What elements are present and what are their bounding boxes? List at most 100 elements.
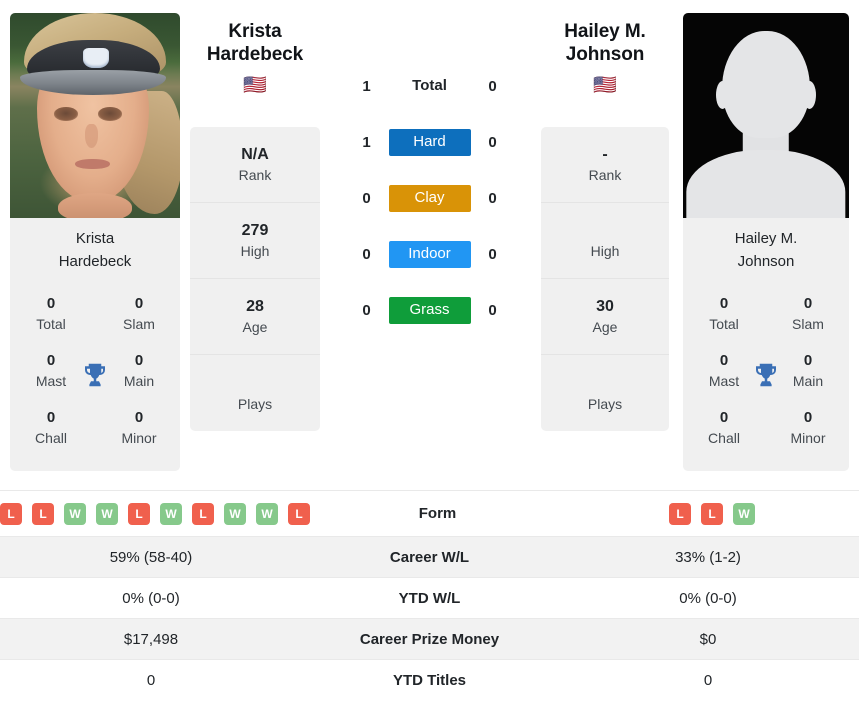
titles-main-value: 0 bbox=[803, 351, 813, 369]
titles-minor-value: 0 bbox=[134, 408, 144, 426]
h2h-clay-left-score: 0 bbox=[362, 189, 371, 207]
titles-total-label: Total bbox=[36, 316, 66, 333]
h2h-indoor-right-score: 0 bbox=[488, 245, 497, 263]
h2h-hard-left-score: 1 bbox=[362, 133, 371, 151]
rank-card-left: N/A Rank 279 High 28 Age Plays bbox=[190, 127, 320, 432]
placeholder-body-shape bbox=[686, 150, 846, 218]
player-card-left: Krista Hardebeck 0 Total 0 Slam 0 Mast 0… bbox=[0, 0, 190, 471]
rank-label-left: Rank bbox=[238, 167, 272, 184]
player-photo-caption-right: Hailey M. Johnson bbox=[683, 218, 849, 280]
ytd-wl-left: 0% (0-0) bbox=[122, 589, 180, 607]
h2h-total-label: Total bbox=[412, 76, 447, 94]
player-name-left[interactable]: Krista Hardebeck bbox=[190, 20, 320, 66]
caption-line-1: Hailey M. bbox=[734, 230, 798, 247]
titles-minor-label: Minor bbox=[790, 430, 826, 447]
titles-slam-value: 0 bbox=[803, 294, 813, 312]
ytd-titles-right: 0 bbox=[703, 671, 713, 689]
stats-label-ytd-wl: YTD W/L bbox=[398, 589, 461, 607]
rank-box-left: N/A Rank bbox=[190, 127, 320, 204]
plays-box-left: Plays bbox=[190, 355, 320, 431]
titles-slam-right: 0 Slam bbox=[777, 293, 839, 335]
titles-mast-value: 0 bbox=[46, 351, 56, 369]
titles-main-right: 0 Main bbox=[777, 350, 839, 392]
form-badge-loss: L bbox=[32, 502, 54, 525]
titles-total-value: 0 bbox=[46, 294, 56, 312]
career-wl-right: 33% (1-2) bbox=[675, 548, 741, 566]
titles-mast-value: 0 bbox=[719, 351, 729, 369]
rank-value-right: - bbox=[602, 145, 608, 163]
titles-row-1: 0 Total 0 Slam bbox=[683, 286, 849, 343]
country-flag-right-icon: 🇺🇸 bbox=[593, 75, 617, 97]
plays-box-right: Plays bbox=[541, 355, 669, 431]
player-photo-left bbox=[10, 13, 180, 218]
titles-mast-label: Mast bbox=[35, 373, 67, 390]
stats-row-career-wl: 59% (58-40) Career W/L 33% (1-2) bbox=[0, 536, 859, 577]
stats-row-career-prize: $17,498 Career Prize Money $0 bbox=[0, 618, 859, 659]
form-badge-list-right: LLW bbox=[565, 502, 859, 525]
h2h-total-left-score: 1 bbox=[362, 77, 371, 95]
titles-slam-label: Slam bbox=[123, 316, 155, 333]
h2h-surface-column: 1 Total 0 1 Hard 0 0 Clay 0 0 Indoor 0 0… bbox=[320, 0, 539, 338]
photo-chin-shape bbox=[57, 193, 133, 218]
titles-slam-value: 0 bbox=[134, 294, 144, 312]
h2h-hard-badge[interactable]: Hard bbox=[388, 128, 471, 156]
rank-label-right: Rank bbox=[588, 167, 622, 184]
h2h-row-grass: 0 Grass 0 bbox=[320, 282, 539, 338]
placeholder-head-shape bbox=[722, 31, 810, 139]
country-flag-left-icon: 🇺🇸 bbox=[243, 75, 267, 97]
age-value-left: 28 bbox=[246, 297, 264, 315]
player-name-right-line2: Johnson bbox=[565, 44, 645, 66]
form-badges-left: LLWWLWLWWL bbox=[0, 502, 310, 525]
age-box-right: 30 Age bbox=[541, 279, 669, 356]
player-card-right: Hailey M. Johnson 0 Total 0 Slam 0 Mast … bbox=[669, 0, 859, 471]
h2h-row-hard: 1 Hard 0 bbox=[320, 114, 539, 170]
high-box-left: 279 High bbox=[190, 203, 320, 280]
player-name-right[interactable]: Hailey M. Johnson bbox=[541, 20, 669, 66]
titles-slam-left: 0 Slam bbox=[108, 293, 170, 335]
player-photo-block-right: Hailey M. Johnson 0 Total 0 Slam 0 Mast … bbox=[683, 13, 849, 471]
form-badge-win: W bbox=[64, 502, 86, 525]
stats-row-ytd-titles: 0 YTD Titles 0 bbox=[0, 659, 859, 700]
titles-chall-right: 0 Chall bbox=[693, 407, 755, 449]
titles-row-3: 0 Chall 0 Minor bbox=[10, 400, 180, 457]
plays-label-left: Plays bbox=[237, 395, 273, 412]
h2h-indoor-left-score: 0 bbox=[362, 245, 371, 263]
career-prize-left: $17,498 bbox=[123, 630, 179, 648]
h2h-clay-right-score: 0 bbox=[488, 189, 497, 207]
h2h-row-total: 1 Total 0 bbox=[320, 58, 539, 114]
h2h-indoor-badge[interactable]: Indoor bbox=[388, 240, 471, 268]
comparison-stats-table: LLWWLWLWWL Form LLW 59% (58-40) Career W… bbox=[0, 490, 859, 700]
form-badge-loss: L bbox=[192, 502, 214, 525]
photo-eye-left-shape bbox=[54, 107, 78, 121]
career-prize-right: $0 bbox=[699, 630, 717, 648]
stats-label-career-wl: Career W/L bbox=[389, 548, 470, 566]
titles-mast-label: Mast bbox=[708, 373, 740, 390]
rank-box-right: - Rank bbox=[541, 127, 669, 204]
age-label-right: Age bbox=[592, 319, 618, 336]
stats-row-form: LLWWLWLWWL Form LLW bbox=[0, 490, 859, 536]
titles-main-label: Main bbox=[792, 373, 824, 390]
h2h-hard-right-score: 0 bbox=[488, 133, 497, 151]
h2h-row-indoor: 0 Indoor 0 bbox=[320, 226, 539, 282]
h2h-clay-badge[interactable]: Clay bbox=[388, 184, 471, 212]
h2h-row-clay: 0 Clay 0 bbox=[320, 170, 539, 226]
plays-label-right: Plays bbox=[587, 395, 623, 412]
form-badge-win: W bbox=[256, 502, 278, 525]
player-name-left-line1: Krista bbox=[228, 21, 282, 42]
h2h-grass-badge[interactable]: Grass bbox=[388, 296, 471, 324]
high-label-left: High bbox=[240, 243, 270, 260]
titles-mast-left: 0 Mast bbox=[20, 350, 82, 392]
titles-grid-left: 0 Total 0 Slam 0 Mast 0 Main 0 Chall 0 M… bbox=[10, 279, 180, 471]
form-badge-list-left: LLWWLWLWWL bbox=[0, 502, 310, 525]
h2h-grass-right-score: 0 bbox=[488, 301, 497, 319]
form-badge-win: W bbox=[96, 502, 118, 525]
titles-chall-left: 0 Chall bbox=[20, 407, 82, 449]
titles-chall-value: 0 bbox=[46, 408, 56, 426]
age-box-left: 28 Age bbox=[190, 279, 320, 356]
player-info-left: Krista Hardebeck 🇺🇸 N/A Rank 279 High 28… bbox=[190, 0, 320, 432]
form-badge-loss: L bbox=[701, 502, 723, 525]
player-photo-caption-left: Krista Hardebeck bbox=[10, 218, 180, 280]
stats-label-career-prize: Career Prize Money bbox=[359, 630, 500, 648]
h2h-total-right-score: 0 bbox=[488, 77, 497, 95]
photo-eye-right-shape bbox=[98, 107, 123, 121]
